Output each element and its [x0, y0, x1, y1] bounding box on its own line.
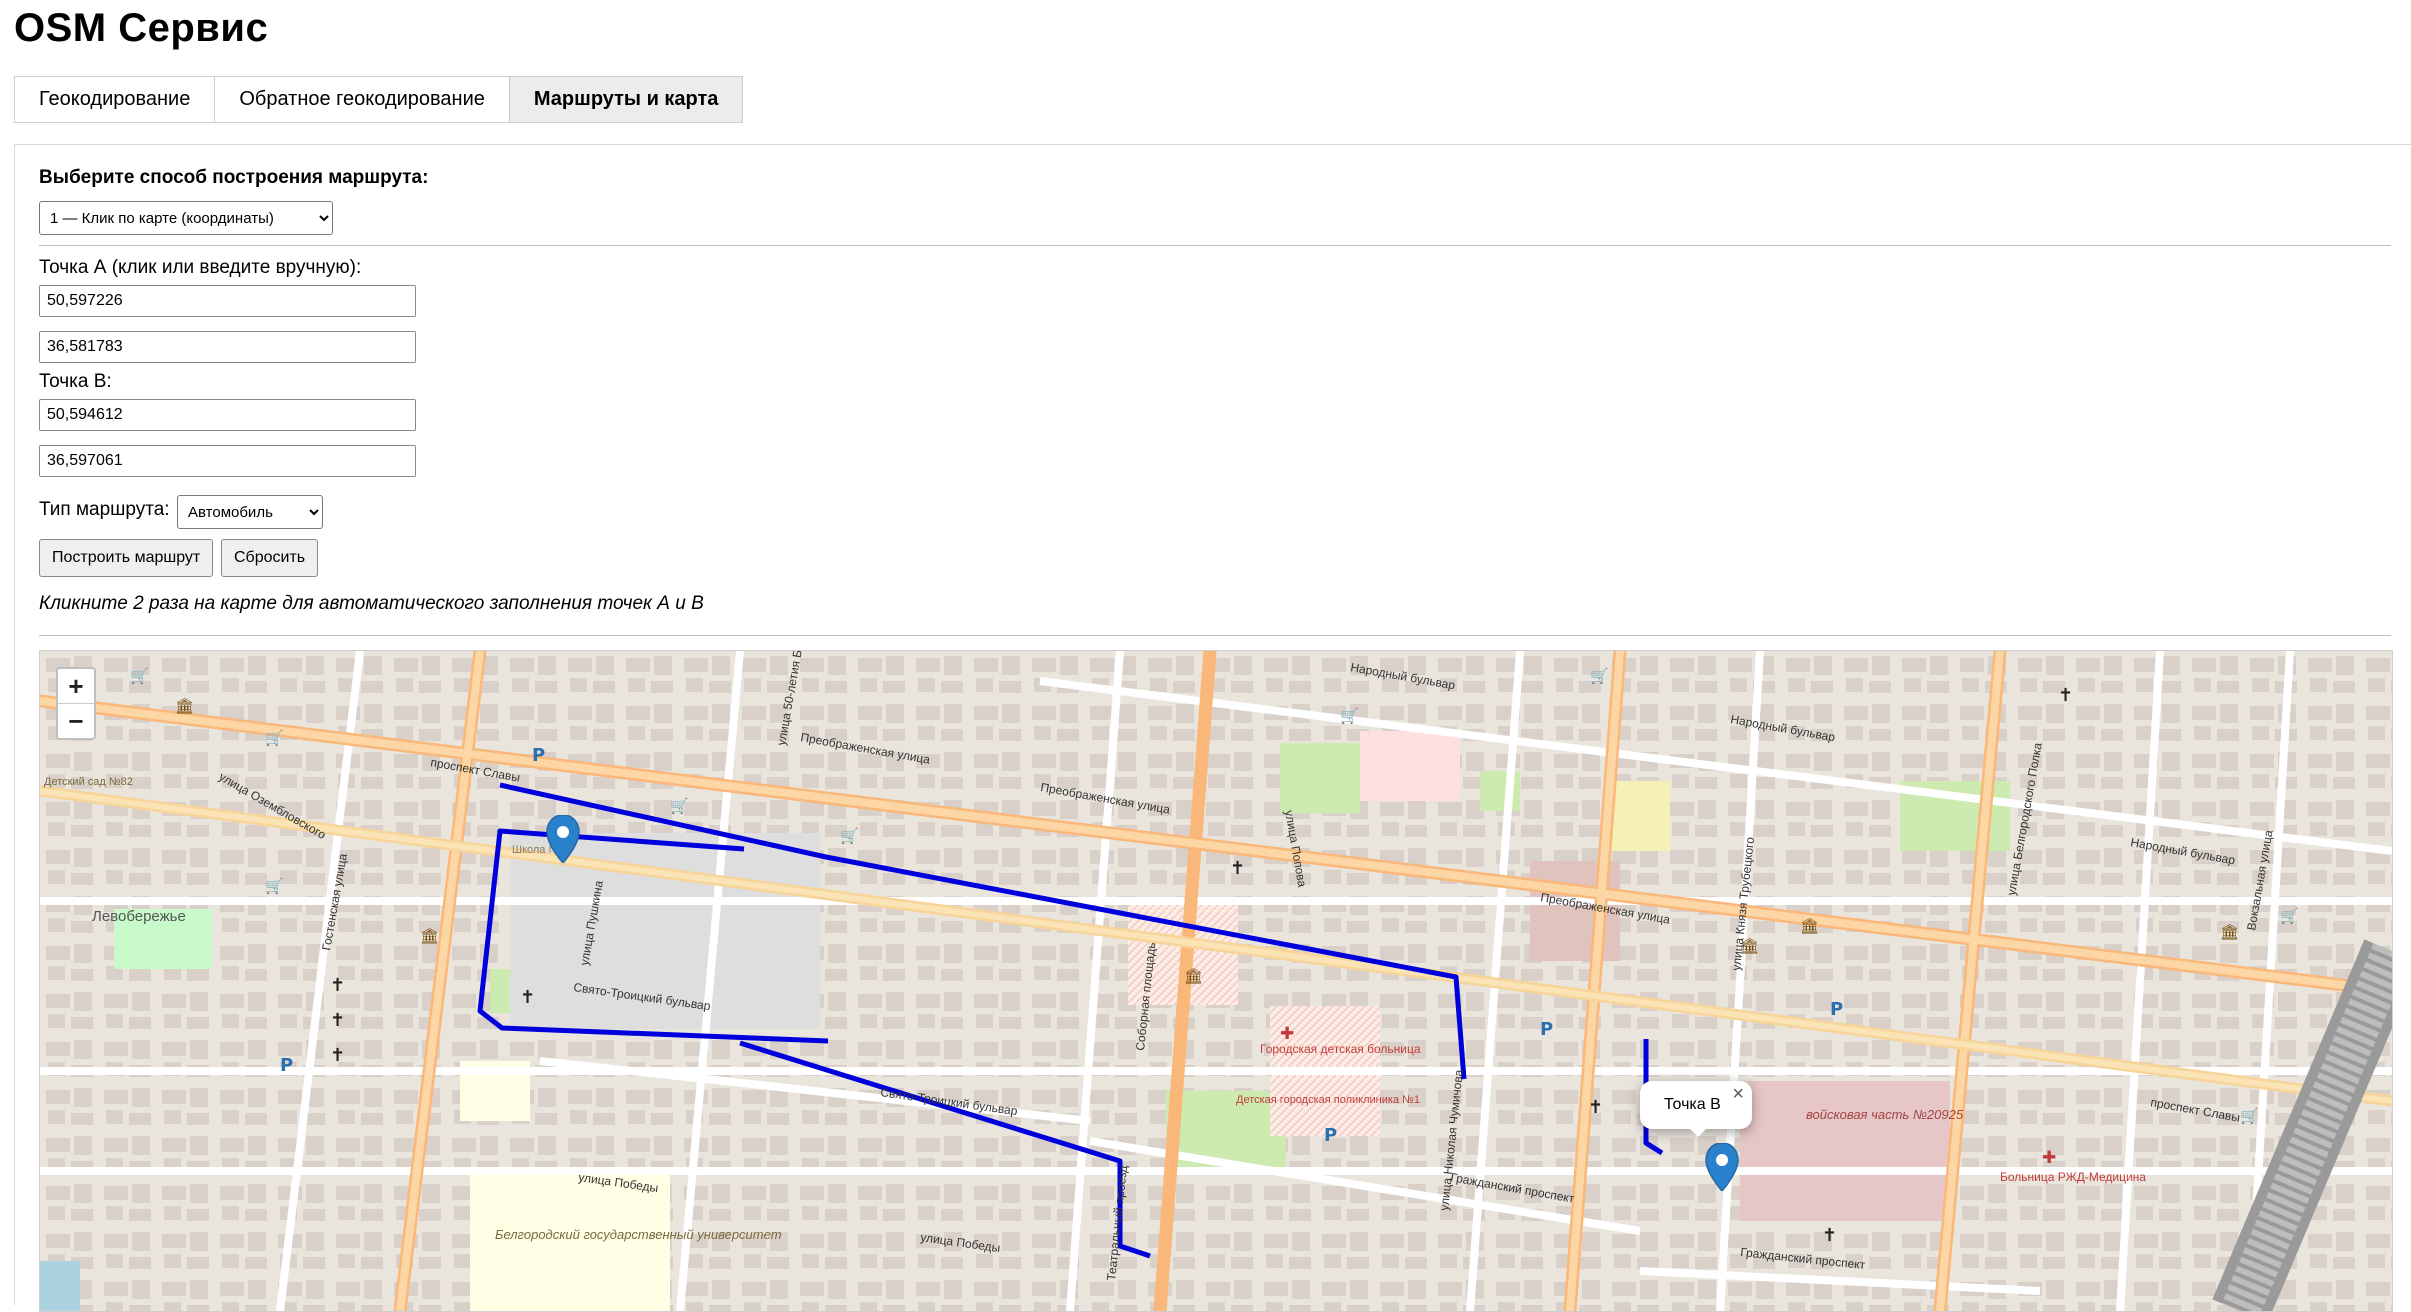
- shop-icon: 🛒: [1590, 667, 1609, 685]
- marker-a-icon[interactable]: [546, 815, 580, 863]
- tab-bar: Геокодирование Обратное геокодирование М…: [14, 76, 744, 123]
- point-a-lon-input[interactable]: [39, 331, 416, 363]
- townhall-icon: 🏛: [175, 697, 194, 715]
- marker-popup: Точка B ×: [1640, 1081, 1752, 1137]
- university-label: Белгородский государственный университет: [495, 1227, 782, 1242]
- popup-tip: [1688, 1127, 1708, 1137]
- zoom-in-button[interactable]: +: [58, 669, 94, 704]
- map[interactable]: проспект Славы Преображенская улица Прео…: [39, 650, 2393, 1312]
- hospital-icon: ✚: [1280, 1024, 1294, 1044]
- marker-b-icon[interactable]: [1705, 1143, 1739, 1191]
- clinic-label: Детская городская поликлиника №1: [1236, 1094, 1420, 1106]
- hospital-icon: ✚: [2042, 1148, 2056, 1168]
- reset-button[interactable]: Сбросить: [221, 539, 319, 577]
- townhall-icon: 🏛: [1800, 917, 1819, 935]
- tab-routes-map[interactable]: Маршруты и карта: [508, 76, 744, 123]
- route-method-select[interactable]: 1 — Клик по карте (координаты): [39, 201, 333, 235]
- hospital-label: Городская детская больница: [1260, 1042, 1421, 1056]
- parking-icon: P: [1324, 1125, 1337, 1146]
- shop-icon: 🛒: [2240, 1107, 2259, 1125]
- point-b-lat-input[interactable]: [39, 399, 416, 431]
- parking-icon: P: [1830, 999, 1843, 1020]
- church-icon: ✝: [1230, 858, 1245, 879]
- church-icon: ✝: [2058, 685, 2073, 706]
- route-type-select[interactable]: Автомобиль: [177, 495, 323, 529]
- tab-reverse-geocoding[interactable]: Обратное геокодирование: [214, 76, 509, 123]
- church-icon: ✝: [330, 1010, 345, 1031]
- church-icon: ✝: [1822, 1225, 1837, 1246]
- point-b-label: Точка B:: [39, 371, 112, 392]
- popup-text: Точка B: [1664, 1096, 1721, 1113]
- shop-icon: 🛒: [840, 827, 859, 845]
- church-icon: ✝: [330, 1045, 345, 1066]
- map-tiles[interactable]: проспект Славы Преображенская улица Прео…: [40, 651, 2392, 1311]
- app-title: OSM Сервис: [14, 6, 269, 50]
- parking-icon: P: [532, 745, 545, 766]
- hint-text: Кликните 2 раза на карте для автоматичес…: [39, 593, 704, 614]
- district-label: Левобережье: [92, 908, 186, 925]
- church-icon: ✝: [330, 975, 345, 996]
- method-label: Выберите способ построения маршрута:: [39, 167, 429, 188]
- route-type-label: Тип маршрута:: [39, 499, 170, 520]
- zoom-control: + −: [56, 667, 96, 740]
- shop-icon: 🛒: [265, 729, 284, 747]
- townhall-icon: 🏛: [1184, 967, 1203, 985]
- church-icon: ✝: [520, 987, 535, 1008]
- townhall-icon: 🏛: [1740, 937, 1759, 955]
- divider: [39, 635, 2391, 636]
- townhall-icon: 🏛: [2220, 923, 2239, 941]
- shop-icon: 🛒: [265, 877, 284, 895]
- point-a-label: Точка А (клик или введите вручную):: [39, 257, 362, 278]
- close-icon[interactable]: ×: [1732, 1083, 1744, 1106]
- shop-icon: 🛒: [670, 797, 689, 815]
- shop-icon: 🛒: [130, 667, 149, 685]
- townhall-icon: 🏛: [420, 927, 439, 945]
- shop-icon: 🛒: [1340, 707, 1359, 725]
- tab-geocoding[interactable]: Геокодирование: [14, 76, 215, 123]
- routes-panel: Выберите способ построения маршрута: 1 —…: [14, 144, 2411, 1312]
- parking-icon: P: [280, 1055, 293, 1076]
- parking-icon: P: [1540, 1019, 1553, 1040]
- shop-icon: 🛒: [2280, 907, 2299, 925]
- divider: [39, 245, 2391, 246]
- hospital-label: Больница РЖД-Медицина: [2000, 1170, 2146, 1184]
- point-a-lat-input[interactable]: [39, 285, 416, 317]
- point-b-lon-input[interactable]: [39, 445, 416, 477]
- build-route-button[interactable]: Построить маршрут: [39, 539, 214, 577]
- military-label: войсковая часть №20925: [1806, 1107, 1964, 1122]
- zoom-out-button[interactable]: −: [58, 704, 94, 738]
- church-icon: ✝: [1588, 1097, 1603, 1118]
- kindergarten-label: Детский сад №82: [44, 776, 133, 788]
